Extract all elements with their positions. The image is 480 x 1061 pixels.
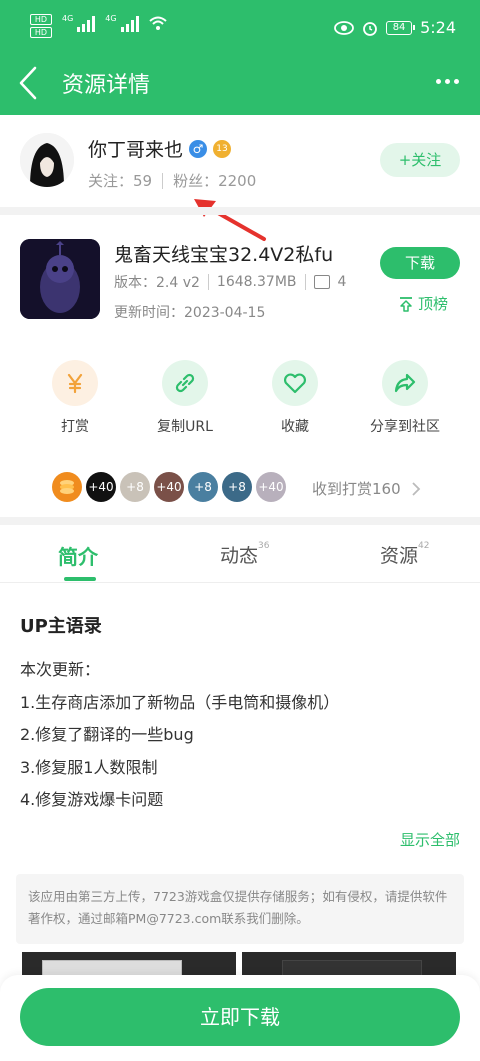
reward-label: 打赏 — [61, 419, 89, 435]
signal-icon: 4G — [62, 14, 96, 32]
tipper-avatar: +8 — [222, 472, 252, 502]
uploader-name-row: 你丁哥来也 ♂ 13 — [88, 135, 232, 162]
tipper-avatar: +8 — [188, 472, 218, 502]
tab-intro-label: 简介 — [58, 545, 98, 569]
uploader-stats: 关注：59 粉丝：2200 — [88, 170, 256, 191]
tab-resources-label: 资源 — [380, 545, 419, 567]
tab-intro[interactable]: 简介 — [58, 541, 98, 570]
top-rank-button[interactable]: 顶榜 — [398, 293, 448, 314]
top-rank-label: 顶榜 — [417, 295, 448, 313]
section-divider — [0, 517, 480, 525]
show-all-link[interactable]: 显示全部 — [400, 829, 460, 850]
tab-activity-label: 动态 — [220, 545, 259, 567]
tips-summary-row[interactable]: 收到打赏160 — [312, 478, 421, 499]
tipper-avatar: +40 — [154, 472, 184, 502]
alarm-icon — [363, 21, 377, 36]
title-bar: 资源详情 — [0, 55, 480, 115]
dot-icon — [435, 78, 441, 84]
network-type-label: 4G — [105, 14, 117, 23]
active-tab-indicator — [64, 577, 96, 581]
app-update-time: 更新时间：2023-04-15 — [114, 305, 266, 321]
app-meta: 版本：2.4 v2 1648.37MB 4 — [114, 272, 364, 292]
chevron-right-icon — [412, 481, 420, 496]
dot-icon — [444, 78, 450, 84]
tab-activity-count: 36 — [258, 541, 270, 551]
tips-summary: 收到打赏160 — [312, 480, 401, 498]
share-action[interactable]: 分享到社区 — [355, 360, 455, 436]
share-label: 分享到社区 — [370, 419, 440, 435]
copy-url-label: 复制URL — [157, 419, 213, 435]
fans-count[interactable]: 粉丝：2200 — [173, 170, 256, 191]
following-count[interactable]: 关注：59 — [88, 170, 152, 191]
battery-icon: 84 — [386, 20, 416, 35]
note-line: 4.修复游戏爆卡问题 — [20, 790, 164, 809]
tipper-avatar: +8 — [120, 472, 150, 502]
resource-detail-page: HD HD 4G 4G 84 5:24 资源详情 你丁哥来也 ♂ 13 关注：5… — [0, 0, 480, 1061]
hd-badge: HD — [30, 14, 52, 25]
arrow-up-icon — [399, 296, 412, 312]
divider — [162, 172, 164, 189]
note-line: 1.生存商店添加了新物品（手电筒和摄像机） — [20, 692, 340, 712]
uploader-name[interactable]: 你丁哥来也 — [88, 135, 183, 162]
divider — [304, 274, 306, 290]
tipper-avatar: +40 — [256, 472, 286, 502]
divider — [207, 274, 209, 290]
yen-icon — [52, 360, 98, 406]
app-size: 1648.37MB — [216, 274, 297, 290]
tipper-avatar: +40 — [86, 472, 116, 502]
app-version: 版本：2.4 v2 — [114, 275, 200, 291]
more-options-button[interactable] — [432, 69, 462, 93]
app-update-row: 更新时间：2023-04-15 — [114, 302, 265, 322]
status-bar: HD HD 4G 4G 84 5:24 — [0, 0, 480, 55]
clock: 5:24 — [420, 18, 456, 37]
red-arrow-annotation — [194, 199, 266, 241]
note-line: 2.修复了翻译的一些bug — [20, 725, 194, 744]
app-name: 鬼畜天线宝宝32.4V2私fu — [114, 244, 334, 266]
tab-activity[interactable]: 动态36 — [220, 541, 269, 568]
link-icon — [162, 360, 208, 406]
level-badge-icon: 13 — [213, 139, 232, 158]
image-icon — [313, 275, 330, 289]
note-line: 3.修复服1人数限制 — [20, 757, 158, 777]
disclaimer: 该应用由第三方上传，7723游戏盒仅提供存储服务；如有侵权，请提供软件著作权，通… — [16, 874, 464, 944]
note-line: 本次更新： — [20, 660, 101, 679]
heart-icon — [272, 360, 318, 406]
male-icon: ♂ — [189, 139, 208, 158]
favorite-action[interactable]: 收藏 — [245, 360, 345, 436]
coins-icon — [52, 472, 82, 502]
section-title: UP主语录 — [20, 616, 102, 637]
tab-resources[interactable]: 资源42 — [380, 541, 429, 568]
update-notes: 本次更新： 1.生存商店添加了新物品（手电筒和摄像机） 2.修复了翻译的一些bu… — [20, 656, 339, 819]
copy-url-action[interactable]: 复制URL — [135, 360, 235, 436]
tips-row[interactable]: +40 +8 +40 +8 +8 +40 — [52, 470, 290, 504]
dot-icon — [453, 78, 459, 84]
wifi-icon — [148, 16, 167, 30]
back-button[interactable] — [14, 63, 42, 103]
download-button[interactable]: 下载 — [380, 247, 460, 279]
hd-badge: HD — [30, 27, 52, 38]
header: HD HD 4G 4G 84 5:24 资源详情 — [0, 0, 480, 115]
bottom-bar: 立即下载 — [0, 975, 480, 1061]
favorite-label: 收藏 — [281, 419, 309, 435]
chevron-left-icon — [19, 66, 37, 100]
share-icon — [382, 360, 428, 406]
section-divider — [0, 207, 480, 215]
download-now-button[interactable]: 立即下载 — [20, 988, 460, 1046]
avatar[interactable] — [20, 133, 74, 187]
uploader-row: 你丁哥来也 ♂ 13 关注：59 粉丝：2200 +关注 — [0, 115, 480, 207]
reward-action[interactable]: 打赏 — [25, 360, 125, 436]
tab-bar: 简介 动态36 资源42 — [0, 525, 480, 583]
page-title: 资源详情 — [62, 73, 151, 98]
network-type-label: 4G — [62, 14, 74, 23]
tab-resources-count: 42 — [418, 541, 430, 551]
screenshot-count: 4 — [337, 274, 347, 290]
signal-icon: 4G — [105, 14, 139, 32]
app-icon — [20, 239, 100, 319]
follow-button[interactable]: +关注 — [380, 143, 460, 177]
eye-icon — [334, 20, 354, 35]
